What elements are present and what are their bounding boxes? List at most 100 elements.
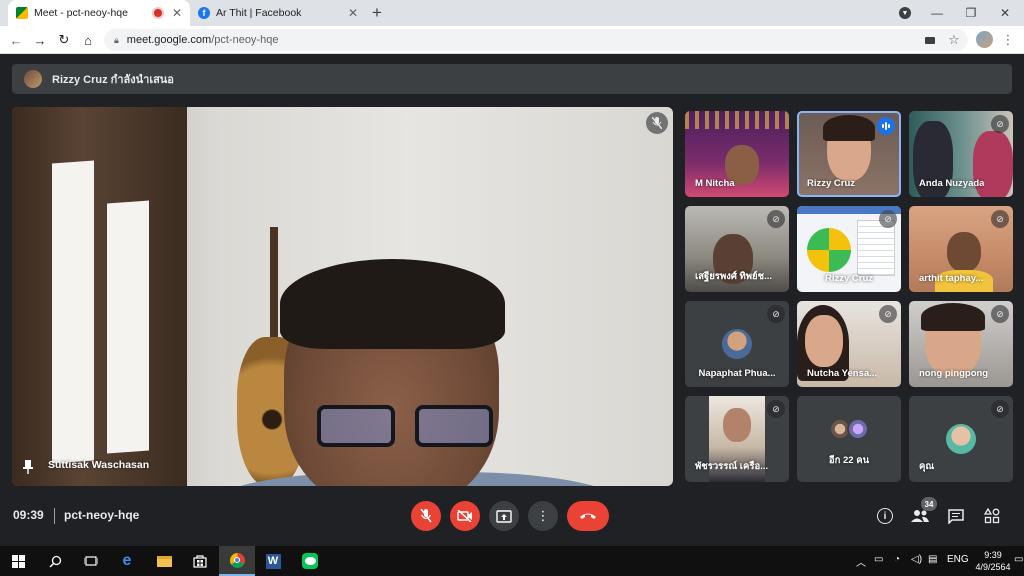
line-app-icon[interactable] — [292, 546, 328, 576]
participant-count-badge: 34 — [921, 497, 937, 511]
participant-tile[interactable]: ⊘ Nutcha Yensa... — [797, 301, 901, 387]
participant-avatar — [847, 418, 869, 440]
meeting-details-icon[interactable]: i — [874, 505, 896, 527]
participant-avatar — [722, 329, 752, 359]
mic-off-icon: ⊘ — [879, 210, 897, 228]
meet-control-bar: 09:39 pct-neoy-hqe ⋮ i — [0, 496, 1024, 536]
participant-name: พัชรวรรณ์ เครือ... — [695, 461, 769, 472]
windows-taskbar: e W ︿ ▭ ◔ ◁) ▤ ENG 9:39 4/9/2564 ▭ — [0, 546, 1024, 576]
hang-up-icon — [580, 513, 596, 519]
edge-icon[interactable]: e — [109, 546, 145, 576]
main-speaker-name: Suttisak Waschasan — [48, 459, 150, 471]
speaking-indicator-icon — [877, 117, 895, 135]
microphone-toggle-button[interactable] — [411, 501, 441, 531]
participant-tile[interactable]: ⊘ nong pingpong — [909, 301, 1013, 387]
address-bar[interactable]: 🔒︎ meet.google.com /pct-neoy-hqe — [104, 29, 968, 51]
main-speaker-video[interactable]: Suttisak Waschasan — [12, 107, 673, 486]
mic-off-icon: ⊘ — [991, 115, 1009, 133]
browser-tab-strip: Meet - pct-neoy-hqe ✕ f Ar Thit | Facebo… — [0, 0, 1024, 26]
others-tile[interactable]: อีก 22 คน — [797, 396, 901, 482]
mic-off-icon: ⊘ — [991, 210, 1009, 228]
more-participants-label: อีก 22 คน — [828, 455, 870, 466]
system-date: 4/9/2564 — [975, 562, 1011, 572]
participant-name: Rizzy Cruz — [824, 273, 874, 284]
participant-name: Napaphat Phua... — [698, 368, 776, 379]
presenter-avatar — [24, 70, 42, 88]
mic-off-icon: ⊘ — [991, 305, 1009, 323]
mic-off-icon: ⊘ — [767, 210, 785, 228]
tab-meet[interactable]: Meet - pct-neoy-hqe ✕ — [8, 0, 190, 26]
browser-toolbar: ← → ↻ ⌂ 🔒︎ meet.google.com /pct-neoy-hqe… — [0, 26, 1024, 54]
more-options-button[interactable]: ⋮ — [528, 501, 558, 531]
new-tab-button[interactable]: + — [372, 3, 382, 23]
bookmark-star-icon[interactable]: ☆ — [944, 30, 964, 50]
camera-in-use-icon[interactable] — [920, 30, 940, 50]
meet-icon — [16, 7, 28, 19]
search-icon[interactable] — [37, 546, 73, 576]
store-icon[interactable] — [182, 546, 218, 576]
forward-button[interactable]: → — [30, 30, 50, 50]
participant-name: คุณ — [919, 461, 935, 472]
chevron-up-icon[interactable]: ︿ — [856, 554, 866, 569]
tab-search-icon[interactable]: ▼ — [888, 0, 922, 26]
self-tile[interactable]: ⊘ คุณ — [909, 396, 1013, 482]
participant-tile[interactable]: Rizzy Cruz — [797, 111, 901, 197]
lock-icon: 🔒︎ — [114, 34, 119, 45]
reload-button[interactable]: ↻ — [54, 30, 74, 50]
mic-off-icon: ⊘ — [767, 400, 785, 418]
close-window-button[interactable]: ✕ — [988, 0, 1022, 26]
word-icon[interactable]: W — [255, 546, 291, 576]
wifi-icon[interactable]: ◔ — [894, 554, 900, 565]
participant-tile[interactable]: M Nitcha — [685, 111, 789, 197]
camera-off-icon — [457, 510, 472, 522]
participant-tile[interactable]: ⊘ พัชรวรรณ์ เครือ... — [685, 396, 789, 482]
language-indicator[interactable]: ENG — [947, 554, 969, 565]
leave-call-button[interactable] — [567, 501, 609, 531]
divider — [54, 508, 55, 524]
restore-button[interactable]: ❐ — [954, 0, 988, 26]
volume-icon[interactable]: ◁) — [911, 554, 922, 565]
tab-facebook[interactable]: f Ar Thit | Facebook ✕ — [190, 0, 366, 26]
close-tab-icon[interactable]: ✕ — [348, 6, 358, 20]
recording-dot-icon — [153, 9, 162, 17]
chat-icon[interactable] — [945, 505, 967, 527]
meeting-code: pct-neoy-hqe — [64, 508, 140, 522]
task-view-icon[interactable] — [73, 546, 109, 576]
participant-name: M Nitcha — [695, 178, 735, 189]
minimize-button[interactable]: — — [920, 0, 954, 26]
chrome-icon[interactable] — [219, 546, 255, 576]
participant-tile[interactable]: ⊘ arthit taphay... — [909, 206, 1013, 292]
pin-icon[interactable] — [22, 460, 36, 474]
network-icon[interactable]: ▭ — [874, 554, 883, 565]
camera-toggle-button[interactable] — [450, 501, 480, 531]
participant-tile[interactable]: ⊘ Napaphat Phua... — [685, 301, 789, 387]
background-door — [12, 107, 187, 486]
close-tab-icon[interactable]: ✕ — [172, 6, 182, 20]
participant-name: arthit taphay... — [919, 273, 984, 284]
participant-tile[interactable]: ⊘ เสฐียรพงศ์ ทิพย์ช... — [685, 206, 789, 292]
facebook-icon: f — [198, 7, 210, 19]
action-center-icon[interactable]: ▭ — [1014, 554, 1023, 565]
tab-title: Ar Thit | Facebook — [216, 7, 302, 19]
home-button[interactable]: ⌂ — [78, 30, 98, 50]
file-explorer-icon[interactable] — [146, 546, 182, 576]
tab-title: Meet - pct-neoy-hqe — [34, 7, 128, 19]
participant-name: เสฐียรพงศ์ ทิพย์ช... — [695, 271, 772, 282]
participant-name: Nutcha Yensa... — [807, 368, 878, 379]
browser-menu-icon[interactable]: ⋮ — [998, 30, 1018, 50]
participant-tile[interactable]: ⊘ Rizzy Cruz — [797, 206, 901, 292]
self-avatar — [946, 424, 976, 454]
participant-name: Anda Nuzyada — [919, 178, 985, 189]
system-clock[interactable]: 9:39 4/9/2564 — [972, 549, 1014, 573]
present-screen-button[interactable] — [489, 501, 519, 531]
notification-icon[interactable]: ▤ — [928, 554, 937, 565]
back-button[interactable]: ← — [6, 30, 26, 50]
system-time: 9:39 — [984, 550, 1002, 560]
mic-off-icon — [646, 112, 668, 134]
speaker-glasses — [317, 405, 497, 453]
profile-avatar[interactable] — [976, 31, 993, 48]
windows-start-icon[interactable] — [0, 546, 36, 576]
activities-icon[interactable] — [981, 505, 1003, 527]
url-path: /pct-neoy-hqe — [211, 34, 279, 46]
participant-tile[interactable]: ⊘ Anda Nuzyada — [909, 111, 1013, 197]
